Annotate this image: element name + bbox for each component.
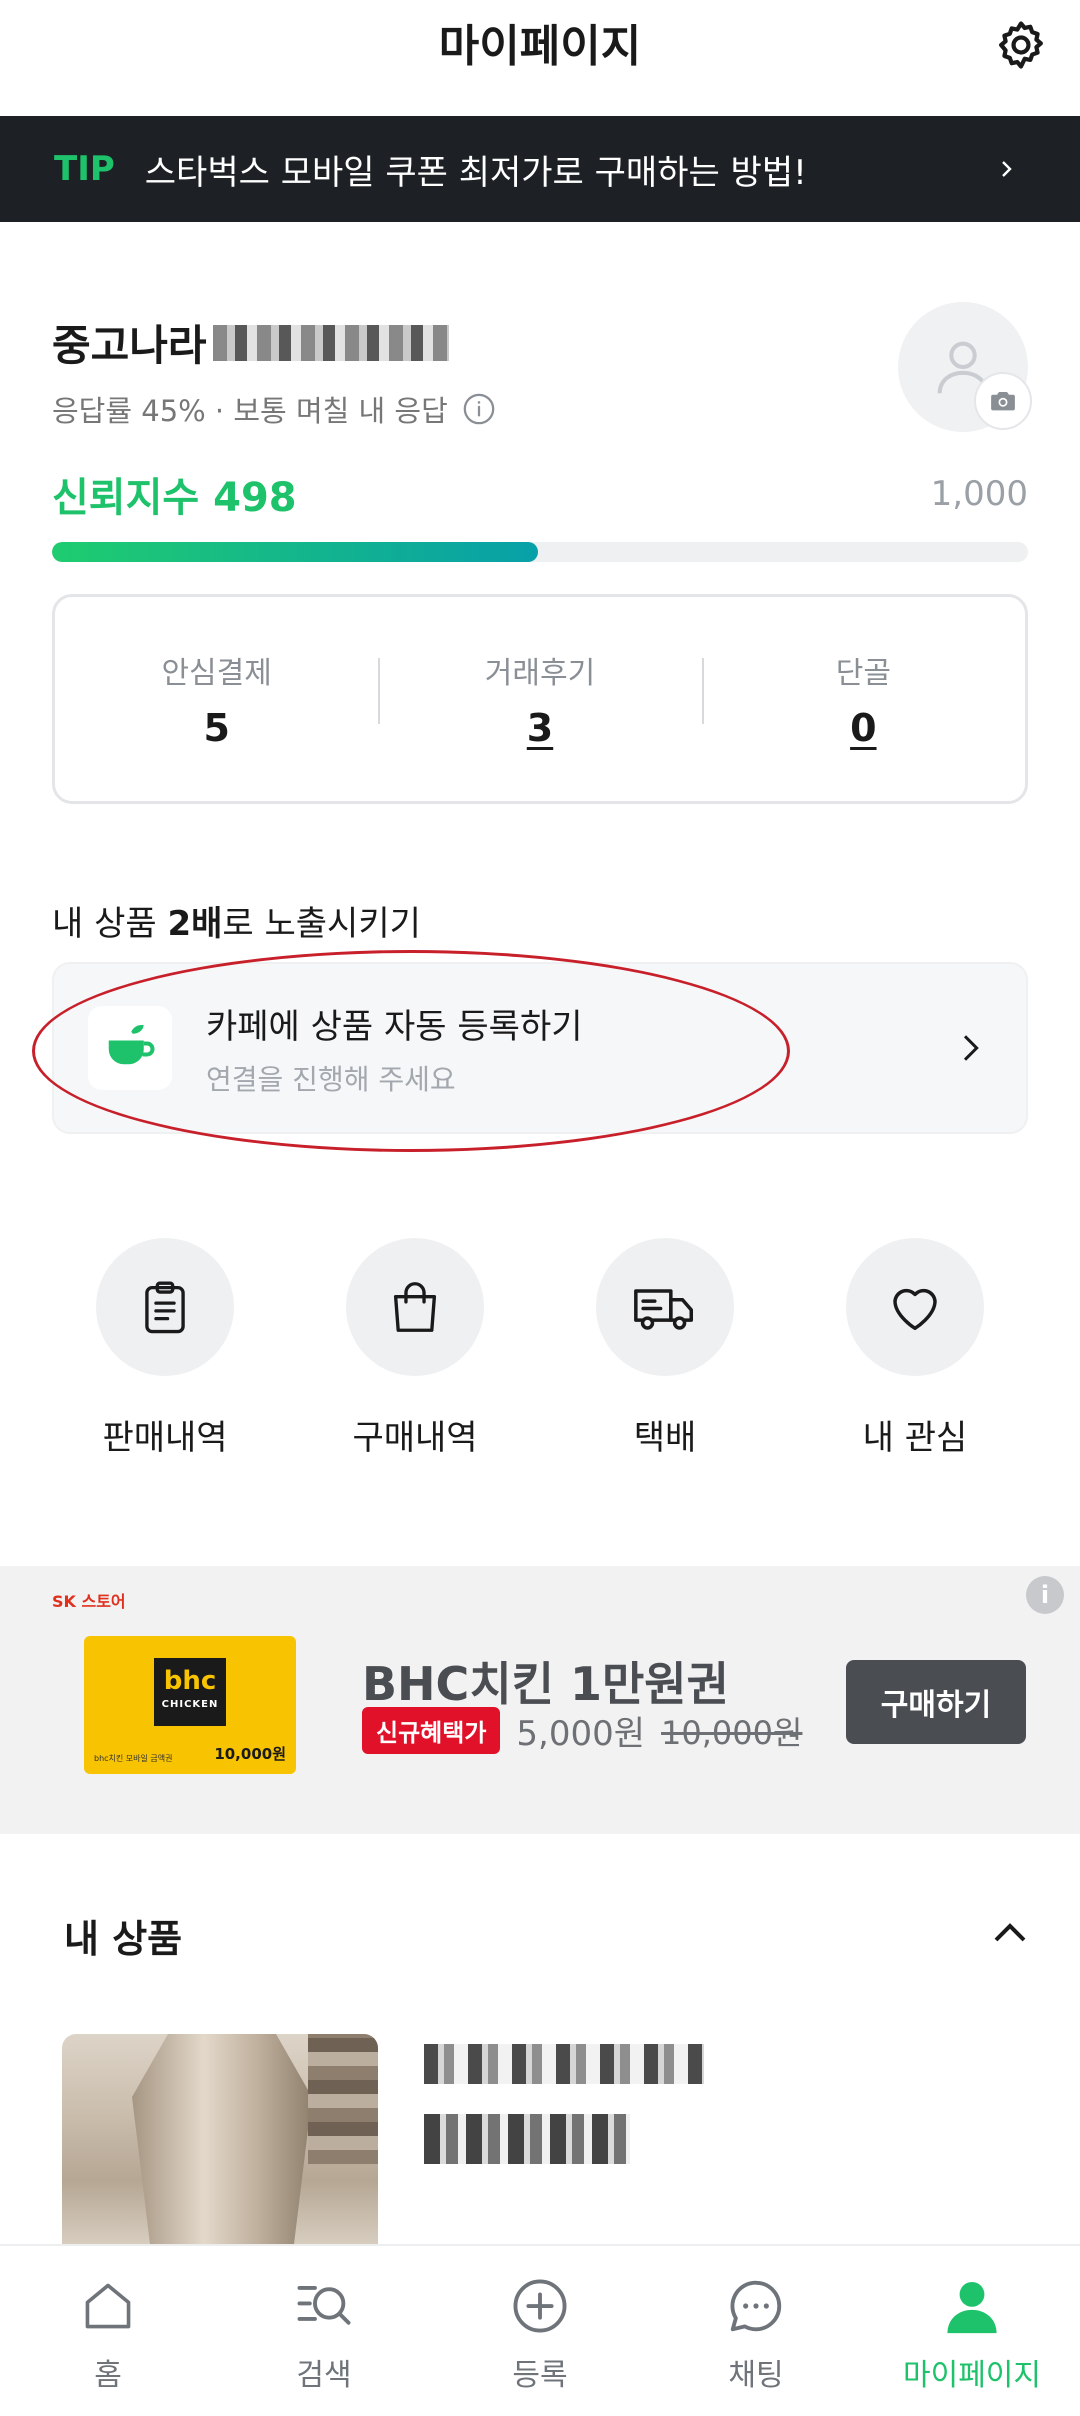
plus-circle-icon <box>508 2274 572 2338</box>
profile-name: 중고나라 <box>52 312 449 373</box>
ad-brand-logo: SK 스토어 <box>52 1592 126 1611</box>
my-products-title: 내 상품 <box>64 1917 183 1961</box>
shopping-bag-icon <box>393 1282 437 1332</box>
promo-title: 내 상품 2배로 노출시키기 <box>52 896 421 945</box>
nav-label: 마이페이지 <box>903 2358 1041 2393</box>
stat-label: 단골 <box>835 656 891 691</box>
camera-icon <box>991 392 1015 411</box>
profile-name-prefix: 중고나라 <box>52 321 207 370</box>
promo-title-bold: 2배 <box>167 904 223 944</box>
nav-label: 홈 <box>94 2358 122 2393</box>
ad-original-price: 10,000원 <box>661 1713 803 1752</box>
trust-progress-fill <box>52 542 539 562</box>
promo-title-pre: 내 상품 <box>52 904 168 944</box>
nav-search[interactable]: 검색 <box>216 2246 432 2416</box>
quick-label: 판매내역 <box>102 1418 228 1458</box>
product-thumbnail[interactable] <box>62 2034 378 2244</box>
ad-info-icon[interactable]: i <box>1026 1576 1064 1614</box>
redacted-product-price <box>424 2114 630 2164</box>
nav-label: 검색 <box>296 2358 352 2393</box>
ad-title: BHC치킨 1만원권 <box>362 1657 729 1711</box>
chevron-right-icon <box>963 1035 979 1061</box>
stat-regulars[interactable]: 단골 0 <box>701 648 1025 750</box>
gear-icon <box>999 21 1043 69</box>
promo-title-post: 로 노출시키기 <box>222 904 421 944</box>
search-icon <box>292 2274 356 2338</box>
response-rate-text: 응답률 45% · 보통 며칠 내 응답 <box>52 394 448 428</box>
page-title: 마이페이지 <box>438 21 642 72</box>
ad-badge: 신규혜택가 <box>362 1707 501 1754</box>
camera-button[interactable] <box>974 372 1032 430</box>
trust-score: 신뢰지수 498 <box>52 475 297 521</box>
ad-price: 5,000원 <box>516 1714 646 1754</box>
header: 마이페이지 <box>0 0 1080 116</box>
gift-card-image: bhc CHICKEN bhc치킨 모바일 금액권 10,000원 <box>84 1636 296 1774</box>
tip-text: 스타벅스 모바일 쿠폰 최저가로 구매하는 방법! <box>144 152 807 193</box>
bhc-logo-text: bhc <box>163 1666 217 1696</box>
coffee-cup-icon <box>108 1025 155 1065</box>
bhc-logo-sub: CHICKEN <box>161 1699 219 1710</box>
trust-max: 1,000 <box>930 474 1028 514</box>
stat-safe-payment: 안심결제 5 <box>55 648 378 750</box>
quick-icon-circle <box>596 1238 734 1376</box>
nav-label: 등록 <box>512 2358 568 2393</box>
gift-card-caption: bhc치킨 모바일 금액권 <box>94 1754 173 1764</box>
nav-register[interactable]: 등록 <box>432 2246 648 2416</box>
product-photo <box>132 2034 312 2244</box>
home-icon <box>76 2274 140 2338</box>
quick-icon-circle <box>96 1238 234 1376</box>
cafe-subtitle: 연결을 진행해 주세요 <box>206 1062 456 1096</box>
redacted-nickname <box>212 324 449 361</box>
quick-icon-circle <box>846 1238 984 1376</box>
gift-card-amount: 10,000원 <box>214 1745 286 1763</box>
trust-progress-bar <box>52 542 1028 562</box>
stat-reviews[interactable]: 거래후기 3 <box>378 648 701 750</box>
response-rate: 응답률 45% · 보통 며칠 내 응답 <box>52 388 496 430</box>
cafe-text: 카페에 상품 자동 등록하기 연결을 진행해 주세요 <box>206 999 950 1098</box>
chat-icon <box>724 2274 788 2338</box>
bottom-nav: 홈 검색 등록 채팅 마이페이지 <box>0 2244 1080 2416</box>
chevron-right-icon <box>986 149 1026 189</box>
trust-score-row: 신뢰지수 498 1,000 <box>52 466 1028 522</box>
stat-label: 거래후기 <box>484 656 596 691</box>
stat-label: 안심결제 <box>161 656 272 691</box>
avatar[interactable] <box>898 302 1032 432</box>
redacted-product-title[interactable] <box>424 2044 704 2084</box>
tip-tag: TIP <box>54 149 115 189</box>
ad-buy-button[interactable]: 구매하기 <box>846 1660 1026 1744</box>
quick-purchase-history[interactable]: 구매내역 <box>315 1238 515 1459</box>
quick-label: 구매내역 <box>352 1418 478 1458</box>
quick-label: 택배 <box>633 1418 697 1458</box>
quick-sales-history[interactable]: 판매내역 <box>65 1238 265 1459</box>
bhc-logo: bhc CHICKEN <box>154 1658 226 1726</box>
nav-label: 채팅 <box>728 2358 784 2393</box>
redacted-area <box>308 2034 378 2164</box>
cafe-logo <box>88 1006 172 1090</box>
stat-value: 5 <box>203 706 230 750</box>
trade-stats-card: 안심결제 5 거래후기 3 단골 0 <box>52 594 1028 804</box>
stat-value-link[interactable]: 0 <box>702 706 1025 750</box>
quick-icon-circle <box>346 1238 484 1376</box>
chevron-up-icon <box>994 1923 1026 1942</box>
heart-icon <box>893 1288 937 1331</box>
delivery-truck-icon <box>634 1289 693 1330</box>
quick-delivery[interactable]: 택배 <box>565 1238 765 1459</box>
ad-price-row: 신규혜택가 5,000원 10,000원 <box>362 1706 802 1755</box>
cafe-title: 카페에 상품 자동 등록하기 <box>206 1006 583 1047</box>
cafe-auto-register-card[interactable]: 카페에 상품 자동 등록하기 연결을 진행해 주세요 <box>52 962 1028 1134</box>
nav-mypage[interactable]: 마이페이지 <box>864 2246 1080 2416</box>
ad-banner[interactable]: SK 스토어 i bhc CHICKEN bhc치킨 모바일 금액권 10,00… <box>0 1566 1080 1834</box>
collapse-button[interactable] <box>980 1904 1040 1964</box>
quick-wishlist[interactable]: 내 관심 <box>815 1238 1015 1459</box>
stat-value-link[interactable]: 3 <box>378 706 701 750</box>
quick-menu: 판매내역 구매내역 택배 내 관심 <box>0 1238 1080 1459</box>
person-icon <box>940 2274 1004 2338</box>
tip-banner[interactable]: TIP 스타벅스 모바일 쿠폰 최저가로 구매하는 방법! <box>0 116 1080 222</box>
settings-button[interactable] <box>988 12 1054 78</box>
clipboard-icon <box>145 1281 185 1334</box>
nav-chat[interactable]: 채팅 <box>648 2246 864 2416</box>
quick-label: 내 관심 <box>862 1418 968 1458</box>
info-icon[interactable] <box>462 392 496 426</box>
nav-home[interactable]: 홈 <box>0 2246 216 2416</box>
